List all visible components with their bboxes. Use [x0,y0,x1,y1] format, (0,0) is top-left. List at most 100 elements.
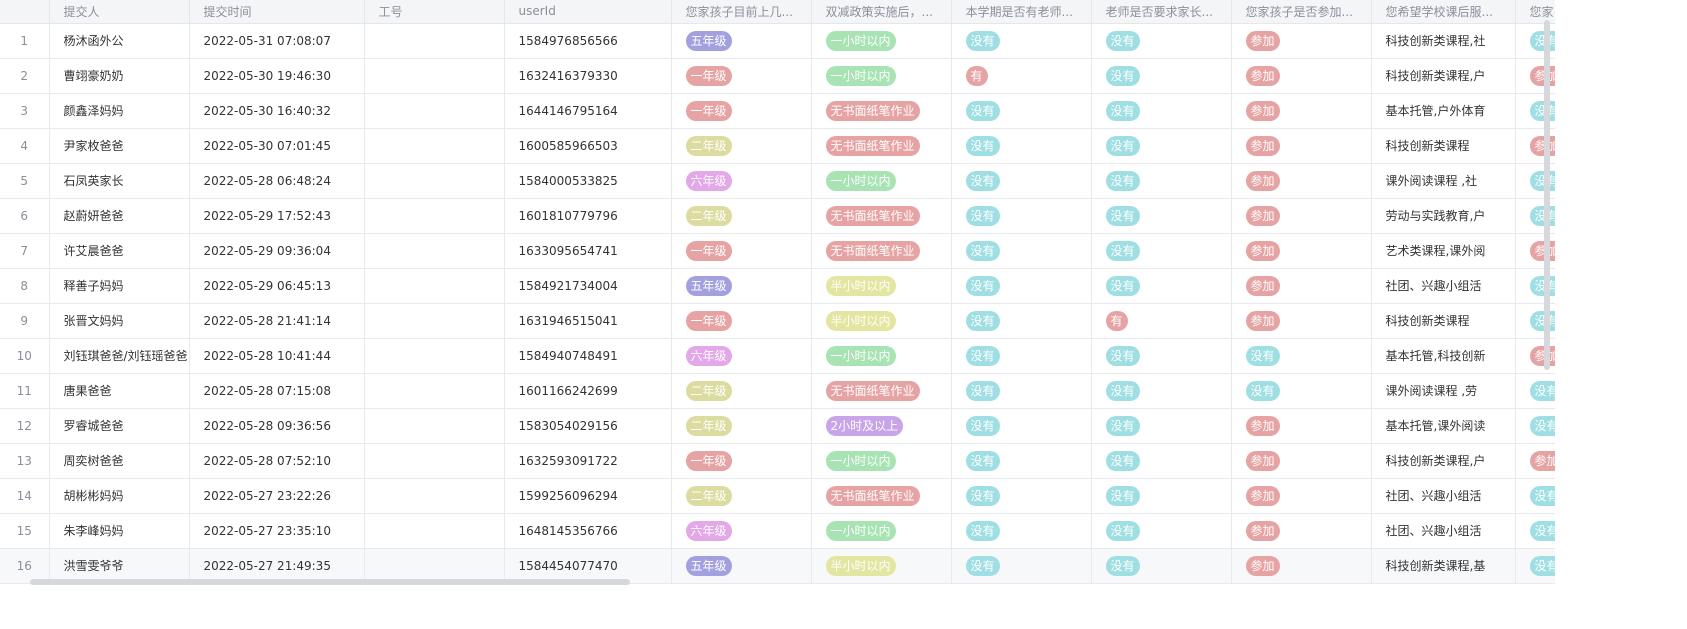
cell-want[interactable]: 课外阅读课程 ,劳 [1371,373,1516,409]
cell-uid[interactable]: 1648145356766 [504,513,672,549]
cell-idx[interactable]: 8 [0,268,50,304]
cell-emp[interactable] [364,198,505,234]
cell-name[interactable]: 赵蔚妍爸爸 [49,198,190,234]
cell-grade[interactable]: 一年级 [671,303,812,339]
table-row[interactable]: 1 杨沐函外公 2022-05-31 07:08:07 1584976856566 五年… [0,23,1555,59]
cell-time[interactable]: 2022-05-28 10:41:44 [189,338,365,374]
cell-name[interactable]: 曹翊豪奶奶 [49,58,190,94]
cell-q3[interactable]: 参加 [1231,443,1372,479]
cell-emp[interactable] [364,513,505,549]
cell-emp[interactable] [364,93,505,129]
cell-emp[interactable] [364,338,505,374]
cell-uid[interactable]: 1583054029156 [504,408,672,444]
cell-time[interactable]: 2022-05-31 07:08:07 [189,23,365,59]
cell-name[interactable]: 张晋文妈妈 [49,303,190,339]
cell-uid[interactable]: 1599256096294 [504,478,672,514]
cell-idx[interactable]: 3 [0,93,50,129]
cell-name[interactable]: 洪雪雯爷爷 [49,548,190,584]
cell-q1[interactable]: 没有 [951,373,1092,409]
cell-time[interactable]: 2022-05-28 07:15:08 [189,373,365,409]
cell-uid[interactable]: 1584940748491 [504,338,672,374]
cell-idx[interactable]: 11 [0,373,50,409]
cell-grade[interactable]: 一年级 [671,93,812,129]
cell-q1[interactable]: 没有 [951,128,1092,164]
table-row[interactable]: 13 周奕树爸爸 2022-05-28 07:52:10 1632593091722 一… [0,443,1555,479]
cell-q1[interactable]: 没有 [951,233,1092,269]
cell-time[interactable]: 2022-05-30 16:40:32 [189,93,365,129]
cell-emp[interactable] [364,373,505,409]
cell-time[interactable]: 2022-05-29 06:45:13 [189,268,365,304]
cell-q2[interactable]: 没有 [1091,478,1232,514]
cell-q1[interactable]: 没有 [951,338,1092,374]
cell-q3[interactable]: 参加 [1231,128,1372,164]
cell-grade[interactable]: 五年级 [671,548,812,584]
cell-name[interactable]: 刘钰琪爸爸/刘钰瑶爸爸 [49,338,190,374]
table-row[interactable]: 5 石凤英家长 2022-05-28 06:48:24 1584000533825 六年… [0,163,1555,199]
cell-q2[interactable]: 没有 [1091,163,1232,199]
cell-grade[interactable]: 六年级 [671,338,812,374]
cell-idx[interactable]: 13 [0,443,50,479]
cell-emp[interactable] [364,303,505,339]
cell-last[interactable]: 没有 [1515,513,1555,549]
cell-uid[interactable]: 1631946515041 [504,303,672,339]
cell-time[interactable]: 2022-05-28 09:36:56 [189,408,365,444]
cell-name[interactable]: 唐果爸爸 [49,373,190,409]
cell-uid[interactable]: 1584454077470 [504,548,672,584]
cell-q3[interactable]: 参加 [1231,198,1372,234]
cell-grade[interactable]: 五年级 [671,268,812,304]
cell-name[interactable]: 罗睿城爸爸 [49,408,190,444]
cell-emp[interactable] [364,548,505,584]
cell-emp[interactable] [364,233,505,269]
cell-grade[interactable]: 一年级 [671,443,812,479]
cell-grade[interactable]: 一年级 [671,58,812,94]
column-header[interactable]: 提交人 [49,0,190,24]
table-row[interactable]: 4 尹家枚爸爸 2022-05-30 07:01:45 1600585966503 二年… [0,128,1555,164]
cell-want[interactable]: 科技创新类课程,基 [1371,548,1516,584]
table-row[interactable]: 14 胡彬彬妈妈 2022-05-27 23:22:26 1599256096294 二… [0,478,1555,514]
cell-time[interactable]: 2022-05-30 19:46:30 [189,58,365,94]
column-header[interactable]: 您家孩子是否参加... [1231,0,1372,24]
cell-want[interactable]: 基本托管,户外体育 [1371,93,1516,129]
column-header[interactable]: 您希望学校课后服... [1371,0,1516,24]
cell-q2[interactable]: 没有 [1091,233,1232,269]
cell-q3[interactable]: 参加 [1231,408,1372,444]
cell-emp[interactable] [364,163,505,199]
cell-want[interactable]: 社团、兴趣小组活 [1371,478,1516,514]
horizontal-scrollbar[interactable] [30,579,630,585]
cell-emp[interactable] [364,408,505,444]
cell-emp[interactable] [364,268,505,304]
cell-q1[interactable]: 没有 [951,548,1092,584]
cell-q3[interactable]: 没有 [1231,373,1372,409]
cell-emp[interactable] [364,23,505,59]
cell-idx[interactable]: 15 [0,513,50,549]
cell-name[interactable]: 杨沐函外公 [49,23,190,59]
cell-time[interactable]: 2022-05-28 07:52:10 [189,443,365,479]
cell-hw[interactable]: 无书面纸笔作业 [811,93,952,129]
cell-time[interactable]: 2022-05-29 17:52:43 [189,198,365,234]
cell-q3[interactable]: 参加 [1231,233,1372,269]
cell-last[interactable]: 没有 [1515,478,1555,514]
cell-time[interactable]: 2022-05-27 23:22:26 [189,478,365,514]
cell-hw[interactable]: 一小时以内 [811,58,952,94]
cell-q2[interactable]: 没有 [1091,338,1232,374]
cell-uid[interactable]: 1632593091722 [504,443,672,479]
cell-time[interactable]: 2022-05-28 06:48:24 [189,163,365,199]
cell-name[interactable]: 释善子妈妈 [49,268,190,304]
cell-last[interactable]: 没有 [1515,373,1555,409]
column-header[interactable]: 工号 [364,0,505,24]
cell-q1[interactable]: 没有 [951,408,1092,444]
cell-hw[interactable]: 一小时以内 [811,338,952,374]
cell-emp[interactable] [364,128,505,164]
cell-q1[interactable]: 没有 [951,268,1092,304]
column-header[interactable]: 双减政策实施后，... [811,0,952,24]
cell-q1[interactable]: 没有 [951,303,1092,339]
cell-uid[interactable]: 1584000533825 [504,163,672,199]
cell-hw[interactable]: 2小时及以上 [811,408,952,444]
cell-uid[interactable]: 1601810779796 [504,198,672,234]
cell-grade[interactable]: 五年级 [671,23,812,59]
cell-idx[interactable]: 12 [0,408,50,444]
cell-uid[interactable]: 1584976856566 [504,23,672,59]
column-header[interactable]: userId [504,0,672,24]
cell-idx[interactable]: 9 [0,303,50,339]
cell-q3[interactable]: 参加 [1231,93,1372,129]
